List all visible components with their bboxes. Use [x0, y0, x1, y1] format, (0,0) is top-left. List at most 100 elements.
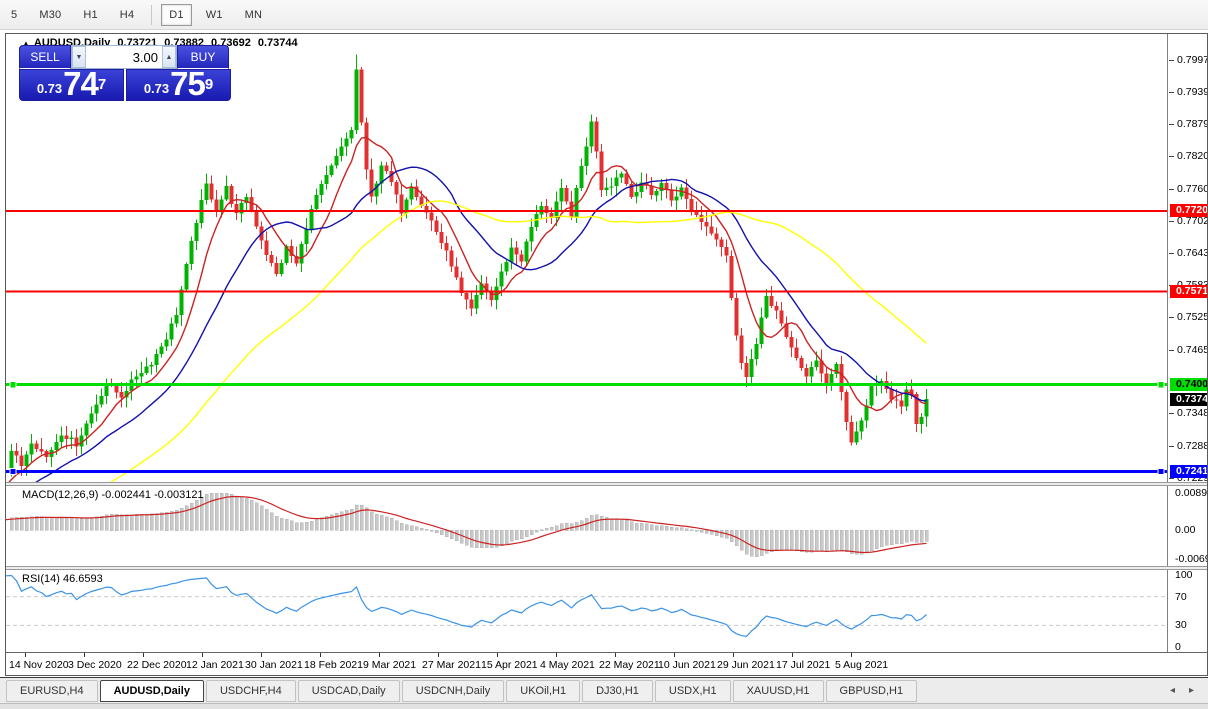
price-tick-label: 0.75250	[1177, 311, 1207, 323]
price-tag-0.75716: 0.75716	[1170, 285, 1207, 298]
timeframe-button-h1[interactable]: H1	[75, 4, 105, 26]
timeframe-button-h4[interactable]: H4	[112, 4, 142, 26]
rsi-axis-label-30: 30	[1175, 619, 1187, 631]
price-tick-mark	[1169, 92, 1174, 93]
bottom-scroll-strip[interactable]	[0, 703, 1208, 709]
symbol-tabbar: EURUSD,H4 AUDUSD,Daily USDCHF,H4 USDCAD,Dai…	[0, 677, 1208, 703]
price-tick-mark	[1169, 478, 1174, 479]
timeframe-button-mn[interactable]: MN	[237, 4, 271, 26]
macd-axis[interactable]: 0.008903 0.00 -0.00697	[1169, 486, 1207, 566]
bid-prefix: 0.73	[36, 81, 63, 96]
tab-audusd-daily[interactable]: AUDUSD,Daily	[99, 679, 204, 702]
tab-scroll-arrows: ◂ ▸	[1170, 685, 1194, 696]
line-handle[interactable]	[1157, 381, 1165, 389]
timeframe-button-d1[interactable]: D1	[161, 3, 192, 26]
date-tick-mark	[320, 653, 321, 657]
rsi-name: RSI(14)	[22, 573, 60, 585]
ohlc-close: 0.73744	[257, 37, 298, 49]
rsi-axis[interactable]: 100 70 30 0	[1169, 570, 1207, 652]
rsi-axis-label-0: 0	[1175, 641, 1181, 652]
main-chart-pane: ▲ AUDUSD,Daily 0.73721 0.73882 0.73692 0.…	[6, 34, 1207, 482]
date-tick-mark	[674, 653, 675, 657]
date-tick-mark	[84, 653, 85, 657]
date-label: 12 Jan 2021	[186, 659, 244, 671]
timeframe-toolbar: 5 M30 H1 H4 D1 W1 MN	[0, 0, 1208, 30]
date-label: 18 Feb 2021	[304, 659, 363, 671]
date-label: 14 Nov 2020	[9, 659, 69, 671]
date-label: 3 Dec 2020	[68, 659, 122, 671]
tab-xauusd-h1[interactable]: XAUUSD,H1	[732, 679, 824, 702]
moving-average-line-8[interactable]	[6, 136, 927, 482]
date-tick-mark	[379, 653, 380, 657]
date-axis[interactable]: 14 Nov 2020 3 Dec 2020 22 Dec 2020 12 Jan 2…	[6, 652, 1207, 675]
timeframe-button-5[interactable]: 5	[3, 4, 25, 26]
line-handle[interactable]	[1157, 468, 1165, 476]
date-tick-mark	[202, 653, 203, 657]
tab-usdcad-daily[interactable]: USDCAD,Daily	[297, 679, 400, 702]
price-tag-0.74007: 0.74007	[1170, 378, 1207, 391]
rsi-plot[interactable]	[6, 570, 1168, 652]
price-tick-mark	[1169, 350, 1174, 351]
macd-label: MACD(12,26,9) -0.002441 -0.003121	[22, 489, 204, 501]
date-tick-mark	[556, 653, 557, 657]
macd-pane: MACD(12,26,9) -0.002441 -0.003121 0.0089…	[6, 486, 1207, 566]
date-label: 30 Jan 2021	[245, 659, 303, 671]
date-label: 15 Apr 2021	[481, 659, 538, 671]
tab-usdchf-h4[interactable]: USDCHF,H4	[205, 679, 296, 702]
moving-average-line-50[interactable]	[6, 200, 927, 482]
tab-eurusd-h4[interactable]: EURUSD,H4	[6, 679, 98, 702]
price-tick-label: 0.78790	[1177, 118, 1207, 130]
chart-window: ▲ AUDUSD,Daily 0.73721 0.73882 0.73692 0.…	[5, 33, 1208, 676]
date-label: 29 Jun 2021	[717, 659, 775, 671]
date-label: 22 May 2021	[599, 659, 660, 671]
date-tick-mark	[25, 653, 26, 657]
price-tick-mark	[1169, 253, 1174, 254]
one-click-trade-panel: SELL ▼ ▲ BUY 0.73 74 7 0.73	[19, 45, 231, 101]
price-tick-label: 0.79975	[1177, 54, 1207, 66]
price-tick-mark	[1169, 60, 1174, 61]
price-tag-0.73744: 0.73744	[1170, 393, 1207, 406]
timeframe-button-m30[interactable]: M30	[31, 4, 69, 26]
date-label: 27 Mar 2021	[422, 659, 481, 671]
toolbar-separator	[151, 4, 153, 25]
macd-values: -0.002441 -0.003121	[101, 489, 204, 501]
date-label: 22 Dec 2020	[127, 659, 187, 671]
macd-axis-zero: 0.00	[1175, 524, 1196, 536]
date-tick-mark	[615, 653, 616, 657]
date-tick-mark	[497, 653, 498, 657]
rsi-pane: RSI(14) 46.6593 100 70 30 0	[6, 570, 1207, 652]
ask-price-display[interactable]: 0.73 75 9	[126, 65, 231, 102]
date-label: 9 Mar 2021	[363, 659, 417, 671]
rsi-canvas	[6, 574, 1167, 638]
bid-pip-digit: 7	[97, 76, 107, 93]
tab-ukoil-h1[interactable]: UKOil,H1	[506, 679, 581, 702]
tab-usdx-h1[interactable]: USDX,H1	[654, 679, 731, 702]
tab-scroll-left-icon[interactable]: ◂	[1170, 685, 1175, 696]
macd-axis-max: 0.008903	[1175, 487, 1207, 499]
tab-scroll-right-icon[interactable]: ▸	[1189, 685, 1194, 696]
price-tag-0.77200: 0.77200	[1170, 204, 1207, 217]
date-tick-mark	[733, 653, 734, 657]
price-tick-label: 0.77605	[1177, 183, 1207, 195]
date-tick-mark	[851, 653, 852, 657]
bid-price-display[interactable]: 0.73 74 7	[19, 67, 124, 101]
date-label: 5 Aug 2021	[835, 659, 889, 671]
ask-prefix: 0.73	[143, 81, 170, 96]
price-axis[interactable]: 0.799750.793900.787900.782050.776050.770…	[1169, 34, 1207, 482]
application-window: 5 M30 H1 H4 D1 W1 MN ▲ AUDUSD,Daily 0.73721 0.7…	[0, 0, 1208, 709]
price-tick-mark	[1169, 124, 1174, 125]
price-tick-label: 0.78205	[1177, 150, 1207, 162]
tab-gbpusd-h1[interactable]: GBPUSD,H1	[825, 679, 918, 702]
line-handle[interactable]	[9, 468, 17, 476]
line-handle[interactable]	[9, 381, 17, 389]
ask-big-digits: 75	[170, 65, 206, 102]
price-tick-mark	[1169, 317, 1174, 318]
price-tick-label: 0.74650	[1177, 344, 1207, 356]
rsi-axis-label-70: 70	[1175, 591, 1187, 603]
rsi-line	[6, 574, 927, 638]
date-label: 17 Jul 2021	[776, 659, 831, 671]
tab-dj30-h1[interactable]: DJ30,H1	[582, 679, 653, 702]
tab-usdcnh-daily[interactable]: USDCNH,Daily	[401, 679, 505, 702]
price-tick-label: 0.72880	[1177, 440, 1207, 452]
timeframe-button-w1[interactable]: W1	[198, 4, 231, 26]
